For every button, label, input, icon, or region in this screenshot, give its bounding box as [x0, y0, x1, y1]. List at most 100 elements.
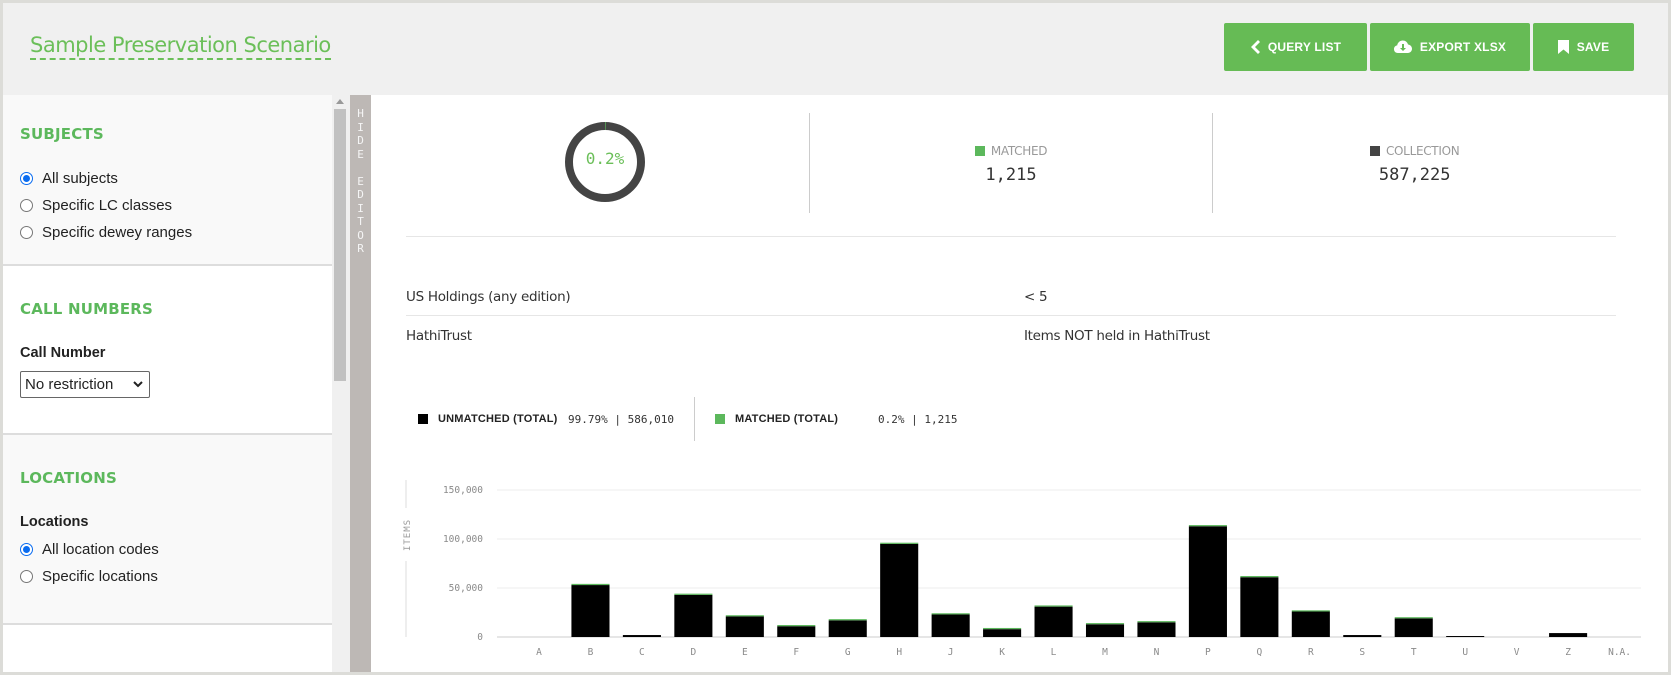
radio-button[interactable]	[20, 226, 33, 239]
items-bar-chart: ITEMS 0 50,000 100,000 150,000 A B C D E F G H J K L M N P…	[371, 465, 1668, 672]
radio-specific-locations[interactable]: Specific locations	[20, 563, 315, 590]
scroll-up-arrow-icon[interactable]	[336, 99, 344, 104]
x-tick-label: N	[1154, 647, 1160, 658]
radio-specific-dewey-ranges[interactable]: Specific dewey ranges	[20, 219, 315, 246]
x-tick-label: Z	[1565, 647, 1571, 658]
x-tick-label: T	[1411, 647, 1417, 658]
call-numbers-section: CALL NUMBERS Call Number No restriction	[3, 266, 332, 435]
radio-specific-lc-classes[interactable]: Specific LC classes	[20, 192, 315, 219]
criteria-value: < 5	[1024, 288, 1048, 305]
collection-swatch	[1369, 146, 1380, 156]
percent-stat: 0.2%	[406, 113, 809, 213]
header-actions: QUERY LIST EXPORT XLSX SAVE	[1224, 23, 1634, 71]
legend-item-matched[interactable]: MATCHED (TOTAL) 0.2% | 1,215	[714, 412, 958, 426]
export-xlsx-button[interactable]: EXPORT XLSX	[1370, 23, 1530, 71]
save-button[interactable]: SAVE	[1533, 23, 1634, 71]
legend-swatch	[418, 414, 428, 424]
bar-matched-g	[828, 619, 867, 621]
x-tick-label: M	[1102, 647, 1108, 658]
legend-name: MATCHED (TOTAL)	[734, 413, 839, 425]
bar-matched-q	[1240, 576, 1279, 578]
y-tick-label: 100,000	[443, 534, 483, 545]
app-frame: Sample Preservation Scenario QUERY LIST …	[3, 3, 1668, 672]
bar-unmatched-q	[1240, 577, 1279, 637]
legend-divider	[693, 397, 695, 441]
matched-caption: MATCHED	[990, 144, 1048, 158]
bar-unmatched-e	[725, 616, 764, 637]
x-tick-label: L	[1051, 647, 1057, 658]
bar-matched-n	[1137, 621, 1176, 623]
radio-button[interactable]	[20, 172, 33, 185]
x-tick-label: N.A.	[1608, 647, 1631, 658]
x-tick-label: S	[1359, 647, 1365, 658]
collection-value: 587,225	[1378, 165, 1451, 185]
header-bar: Sample Preservation Scenario QUERY LIST …	[3, 3, 1668, 95]
editor-sidebar: SUBJECTS All subjects Specific LC classe…	[3, 95, 332, 672]
chevron-down-icon	[133, 381, 143, 388]
bar-unmatched-z	[1549, 633, 1588, 637]
call-number-label: Call Number	[20, 345, 106, 361]
bar-unmatched-p	[1188, 526, 1227, 637]
y-tick-label: 150,000	[443, 485, 483, 496]
bar-matched-j	[931, 613, 970, 615]
chart-svg: ITEMS 0 50,000 100,000 150,000 A B C D E F G H J K L M N P…	[403, 480, 1641, 658]
bar-unmatched-c	[622, 635, 661, 637]
radio-all-subjects[interactable]: All subjects	[20, 165, 315, 192]
bar-unmatched-b	[571, 585, 610, 637]
collection-stat: COLLECTION 587,225	[1212, 113, 1616, 213]
x-tick-label: R	[1308, 647, 1314, 658]
locations-title: LOCATIONS	[20, 469, 117, 487]
bar-unmatched-h	[880, 543, 919, 637]
bar-unmatched-s	[1343, 635, 1382, 637]
results-panel: 0.2% MATCHED 1,215 COLLECTION 587,225 US…	[371, 95, 1668, 672]
radio-label: Specific LC classes	[42, 197, 173, 214]
radio-label: All subjects	[42, 170, 118, 187]
x-tick-label: C	[639, 647, 645, 658]
bar-matched-f	[777, 625, 816, 627]
scenario-title[interactable]: Sample Preservation Scenario	[30, 33, 331, 61]
bar-unmatched-j	[931, 614, 970, 637]
cloud-download-icon	[1393, 40, 1412, 53]
criteria-key: US Holdings (any edition)	[406, 288, 571, 305]
bar-matched-e	[725, 615, 764, 617]
radio-all-location-codes[interactable]: All location codes	[20, 536, 315, 563]
x-tick-label: Q	[1257, 647, 1263, 658]
bar-unmatched-t	[1394, 618, 1433, 637]
x-tick-label: V	[1514, 647, 1520, 658]
legend-value: 0.2% | 1,215	[877, 412, 958, 426]
criteria-key: HathiTrust	[406, 328, 472, 344]
sidebar-scrollbar[interactable]	[332, 95, 348, 672]
query-list-button[interactable]: QUERY LIST	[1224, 23, 1367, 71]
radio-button[interactable]	[20, 570, 33, 583]
matched-stat: MATCHED 1,215	[808, 113, 1213, 213]
matched-value: 1,215	[985, 165, 1037, 185]
radio-button[interactable]	[20, 199, 33, 212]
criteria-row: HathiTrust Items NOT held in HathiTrust	[406, 317, 1616, 355]
bar-unmatched-f	[777, 626, 816, 637]
bar-unmatched-k	[983, 629, 1022, 637]
x-tick-label: F	[793, 647, 799, 658]
chevron-left-icon	[1250, 40, 1260, 54]
bar-unmatched-d	[674, 594, 713, 637]
legend-item-unmatched[interactable]: UNMATCHED (TOTAL) 99.79% | 586,010	[418, 413, 674, 426]
export-xlsx-label: EXPORT XLSX	[1419, 40, 1507, 54]
subjects-title: SUBJECTS	[20, 125, 104, 143]
x-tick-label: H	[896, 647, 902, 658]
legend-swatch	[714, 414, 725, 424]
bar-unmatched-r	[1291, 611, 1330, 637]
hide-editor-toggle[interactable]: H I D E E D I T O R	[350, 95, 371, 672]
radio-button[interactable]	[20, 543, 33, 556]
bar-matched-h	[880, 542, 919, 544]
criteria-row: US Holdings (any edition) < 5	[406, 278, 1616, 316]
bar-matched-l	[1034, 605, 1073, 607]
scroll-thumb[interactable]	[334, 109, 346, 381]
bar-unmatched-g	[828, 620, 867, 637]
chart-legend: UNMATCHED (TOTAL) 99.79% | 586,010 MATCH…	[418, 397, 957, 441]
bar-matched-m	[1085, 623, 1125, 625]
divider	[406, 236, 1616, 237]
x-tick-label: E	[742, 647, 748, 658]
call-number-select[interactable]: No restriction	[20, 371, 150, 398]
radio-label: Specific locations	[42, 568, 158, 585]
x-tick-label: K	[999, 647, 1005, 658]
summary-stats: 0.2% MATCHED 1,215 COLLECTION 587,225	[406, 113, 1616, 213]
